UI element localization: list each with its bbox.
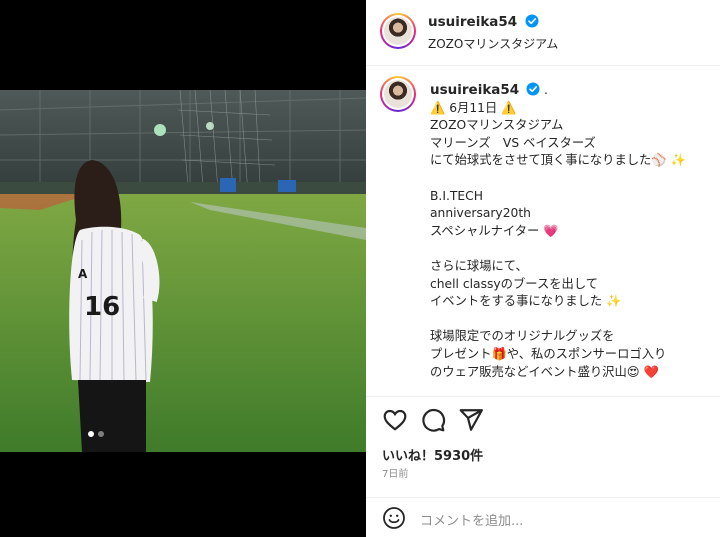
verified-badge-icon — [526, 82, 540, 96]
caption-line: anniversary20th — [430, 206, 531, 221]
carousel-dot-active — [88, 431, 94, 437]
jersey-number: 16 — [84, 292, 120, 322]
caption-text: ⚠️ 6月11日 ⚠️ ZOZOマリンスタジアムマリーンズ VS ベイスターズにて… — [430, 100, 714, 382]
post-photo: 16 A — [0, 90, 366, 452]
caption-suffix: . — [544, 83, 548, 97]
caption-line: にて始球式をさせて頂く事になりました⚾ ✨ — [430, 153, 686, 168]
location-link[interactable]: ZOZOマリンスタジアム — [428, 35, 558, 52]
comment-icon[interactable] — [420, 407, 446, 433]
caption-line: プレゼント🎁や、私のスポンサーロゴ入り — [430, 346, 667, 361]
caption-line: イベントをする事になりました ✨ — [430, 294, 622, 309]
emoji-icon[interactable] — [382, 506, 406, 530]
caption-username-link[interactable]: usuireika54 — [430, 82, 519, 98]
post-actions: いいね！5930件 7日前 — [366, 396, 720, 490]
caption-line — [430, 311, 714, 329]
caption-line: ⚠️ 6月11日 ⚠️ — [430, 100, 517, 115]
heart-icon[interactable] — [382, 407, 408, 433]
caption-avatar[interactable] — [380, 76, 416, 112]
caption-line — [430, 170, 714, 188]
caption-line: さらに球場にて、 — [430, 258, 528, 273]
comment-bar: コメントを追加... — [366, 497, 720, 537]
comment-input[interactable]: コメントを追加... — [420, 510, 523, 529]
post-header: usuireika54 ZOZOマリンスタジアム — [366, 0, 720, 66]
caption-line: ZOZOマリンスタジアム — [430, 118, 564, 133]
likes-count[interactable]: いいね！5930件 — [382, 445, 483, 464]
post-date[interactable]: 7日前 — [382, 465, 408, 480]
carousel-indicator — [88, 431, 104, 437]
post-media[interactable]: 16 A — [0, 0, 366, 537]
caption-line: 球場限定でのオリジナルグッズを — [430, 329, 615, 344]
verified-badge-icon — [525, 14, 538, 28]
post-details-panel: usuireika54 ZOZOマリンスタジアム usuireika54 . ⚠… — [366, 0, 720, 537]
caption-line: chell classyのブースを出して — [430, 276, 599, 291]
share-icon[interactable] — [458, 407, 484, 433]
username-link[interactable]: usuireika54 — [428, 14, 517, 30]
caption-author-row: usuireika54 . — [430, 82, 714, 100]
carousel-dot — [98, 431, 104, 437]
jersey-letter: A — [78, 267, 88, 281]
caption-line: マリーンズ VS ベイスターズ — [430, 135, 596, 150]
header-username-row: usuireika54 — [428, 14, 539, 30]
caption-line — [430, 240, 714, 258]
caption-line: のウェア販売などイベント盛り沢山😍 ❤️ — [430, 364, 659, 379]
stadium-photo-illustration: 16 A — [0, 90, 366, 452]
caption-area: usuireika54 . ⚠️ 6月11日 ⚠️ ZOZOマリンスタジアムマリー… — [366, 66, 720, 396]
avatar[interactable] — [380, 13, 416, 49]
caption-line: B.I.TECH — [430, 188, 483, 203]
caption-line: スペシャルナイター 💗 — [430, 223, 559, 238]
caption: usuireika54 . ⚠️ 6月11日 ⚠️ ZOZOマリンスタジアムマリー… — [430, 82, 714, 381]
